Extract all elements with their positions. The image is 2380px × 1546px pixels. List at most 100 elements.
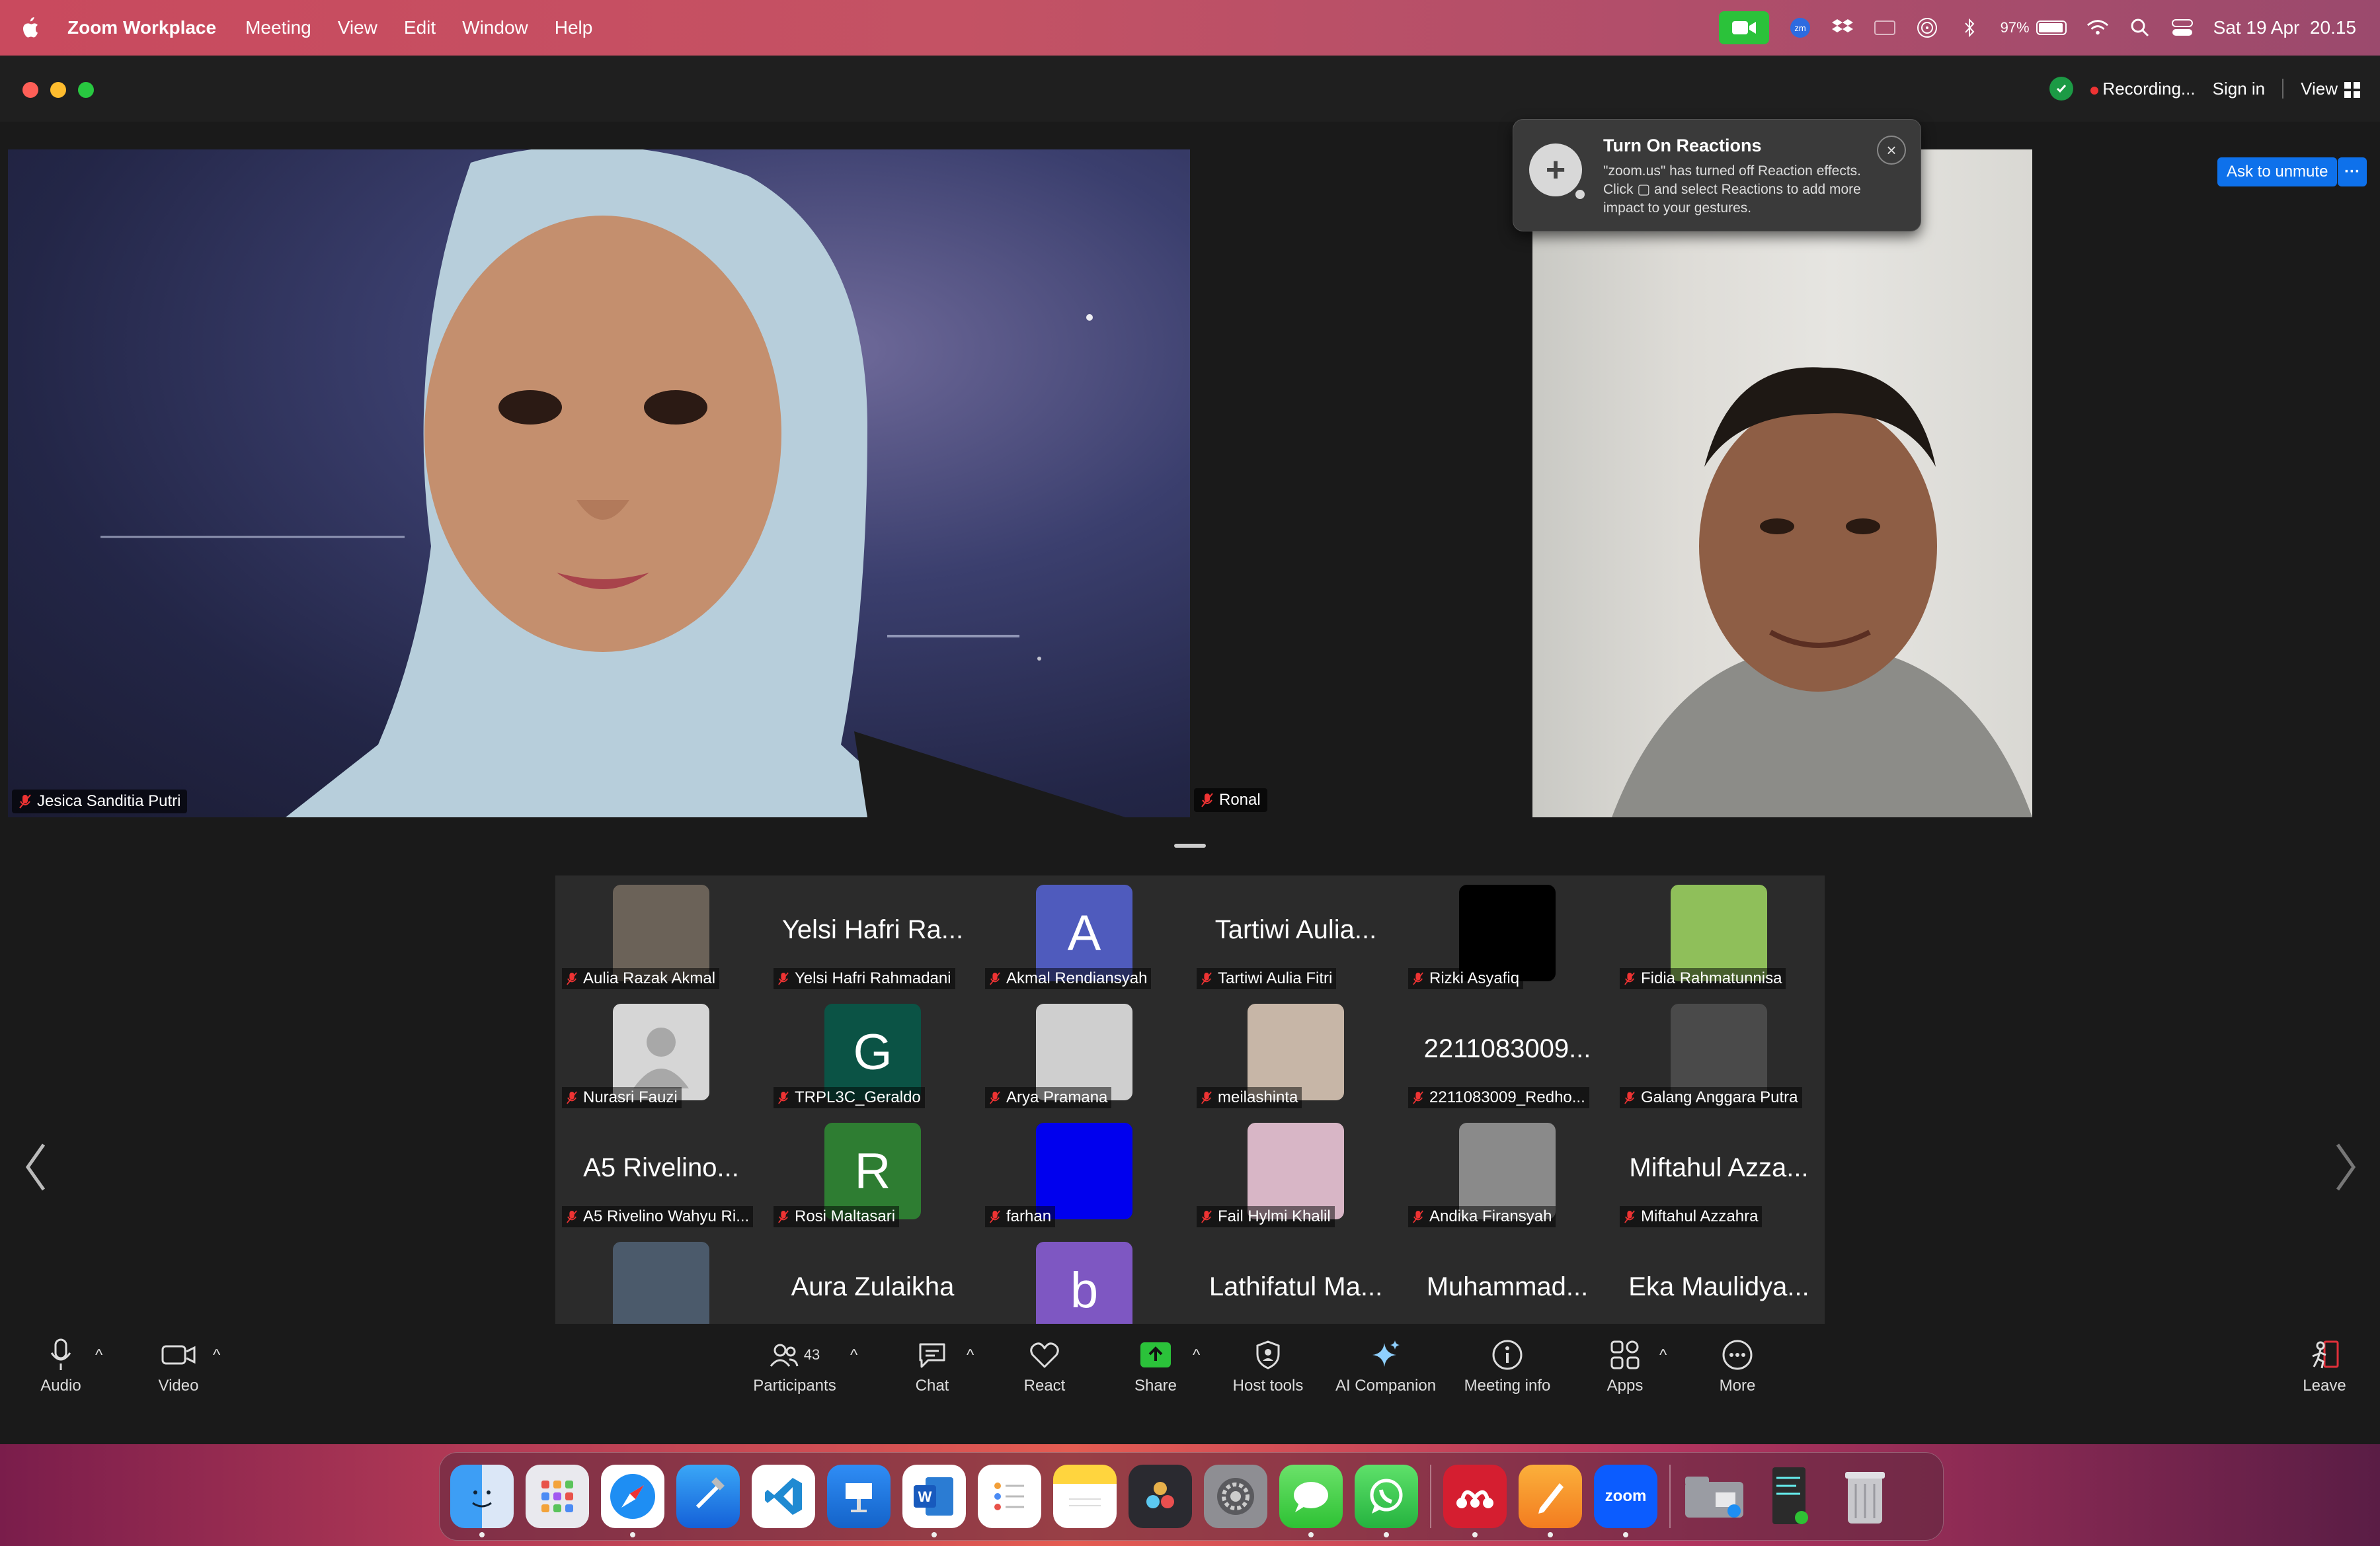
menubar-window[interactable]: Window xyxy=(462,17,528,38)
finder-icon[interactable] xyxy=(450,1465,514,1537)
participant-tile[interactable]: meilashinta xyxy=(1190,995,1402,1114)
meeting-info-button[interactable]: Meeting info xyxy=(1454,1324,1560,1395)
reminders-icon[interactable] xyxy=(978,1465,1041,1528)
trash-icon[interactable] xyxy=(1833,1465,1897,1528)
xcode-icon[interactable] xyxy=(676,1465,740,1528)
video-options-caret-icon[interactable]: ^ xyxy=(213,1346,220,1365)
participant-tile[interactable]: G TRPL3C_Geraldo xyxy=(767,995,978,1114)
screen-mirroring-icon[interactable] xyxy=(1874,17,1896,39)
vscode-icon[interactable] xyxy=(752,1465,815,1528)
participant-tile[interactable]: Galang Anggara Putra xyxy=(1613,995,1825,1114)
participant-tile[interactable]: R Rosi Maltasari xyxy=(767,1114,978,1233)
view-button[interactable]: View xyxy=(2301,79,2360,99)
whatsapp-icon[interactable] xyxy=(1355,1465,1418,1537)
minimize-window-button[interactable] xyxy=(50,82,66,98)
participants-count: 43 xyxy=(803,1346,820,1363)
participant-tile[interactable]: A5 Rivelino... A5 Rivelino Wahyu Ri... xyxy=(555,1114,767,1233)
menubar-edit[interactable]: Edit xyxy=(404,17,436,38)
notes-icon[interactable] xyxy=(1053,1465,1117,1528)
muted-mic-icon xyxy=(1624,1091,1635,1104)
encryption-shield-icon[interactable] xyxy=(2049,77,2074,101)
participant-name: Rizki Asyafiq xyxy=(1429,969,1520,987)
react-button[interactable]: React xyxy=(992,1324,1097,1395)
zoom-zm-icon[interactable]: zm xyxy=(1789,17,1811,39)
safari-icon[interactable] xyxy=(601,1465,664,1537)
participants-icon xyxy=(770,1344,799,1367)
muted-mic-icon xyxy=(1201,1210,1212,1223)
keynote-icon[interactable] xyxy=(827,1465,891,1528)
ask-to-unmute-button[interactable]: Ask to unmute xyxy=(2217,157,2338,186)
wifi-icon[interactable] xyxy=(2086,17,2109,39)
launchpad-icon[interactable] xyxy=(526,1465,589,1528)
close-icon[interactable]: × xyxy=(1877,136,1906,165)
more-button[interactable]: More xyxy=(1685,1324,1790,1395)
host-tools-button[interactable]: Host tools xyxy=(1215,1324,1321,1395)
participant-tile[interactable]: Aulia Razak Akmal xyxy=(555,875,767,995)
participant-tile[interactable]: Fidia Rahmatunnisa xyxy=(1613,875,1825,995)
participant-name: Nurasri Fauzi xyxy=(583,1088,678,1106)
recording-label: Recording... xyxy=(2102,78,2196,99)
participant-video-secondary[interactable] xyxy=(1532,149,2032,817)
chat-label: Chat xyxy=(915,1377,949,1395)
zoom-video-icon[interactable] xyxy=(1718,11,1769,44)
resize-handle[interactable] xyxy=(1174,844,1206,848)
leave-button[interactable]: Leave xyxy=(2272,1324,2377,1395)
battery-status[interactable]: 97% xyxy=(2001,19,2067,36)
system-settings-icon[interactable] xyxy=(1204,1465,1267,1528)
participant-more-button[interactable]: ··· xyxy=(2338,157,2367,186)
participant-photo-avatar xyxy=(1248,1123,1344,1219)
dropbox-icon[interactable] xyxy=(1831,17,1854,39)
menubar-datetime[interactable]: Sat 19 Apr 20.15 xyxy=(2213,17,2356,38)
menubar-help[interactable]: Help xyxy=(555,17,593,38)
folder-icon[interactable] xyxy=(1683,1465,1746,1528)
participant-tile[interactable]: Miftahul Azza... Miftahul Azzahra xyxy=(1613,1114,1825,1233)
menubar-meeting[interactable]: Meeting xyxy=(245,17,311,38)
participant-tile[interactable]: Yelsi Hafri Ra... Yelsi Hafri Rahmadani xyxy=(767,875,978,995)
participant-tile[interactable]: Nurasri Fauzi xyxy=(555,995,767,1114)
participants-options-caret-icon[interactable]: ^ xyxy=(850,1346,857,1365)
audio-options-caret-icon[interactable]: ^ xyxy=(95,1346,102,1365)
apple-logo-icon[interactable] xyxy=(20,16,40,40)
share-options-caret-icon[interactable]: ^ xyxy=(1193,1346,1200,1365)
bluetooth-icon[interactable] xyxy=(1958,17,1981,39)
participant-photo-avatar xyxy=(1036,1123,1132,1219)
participant-tile[interactable]: Arya Pramana xyxy=(978,995,1190,1114)
participant-tile[interactable]: farhan xyxy=(978,1114,1190,1233)
control-center-icon[interactable] xyxy=(2171,17,2194,39)
apps-options-caret-icon[interactable]: ^ xyxy=(1659,1346,1667,1365)
muted-mic-icon xyxy=(778,1210,789,1223)
participant-video-main[interactable]: Jesica Sanditia Putri xyxy=(8,149,1190,817)
menubar-app-name[interactable]: Zoom Workplace xyxy=(67,17,216,38)
muted-mic-icon xyxy=(1201,793,1213,807)
search-icon[interactable] xyxy=(2129,17,2151,39)
participant-tile[interactable]: 2211083009... 2211083009_Redho... xyxy=(1402,995,1613,1114)
participant-tile[interactable]: Tartiwi Aulia... Tartiwi Aulia Fitri xyxy=(1190,875,1402,995)
menubar-view[interactable]: View xyxy=(338,17,377,38)
recording-indicator[interactable]: Recording... xyxy=(2090,78,2196,99)
participant-tile[interactable]: Rizki Asyafiq xyxy=(1402,875,1613,995)
leave-label: Leave xyxy=(2303,1377,2346,1395)
participants-button[interactable]: 43 Participants xyxy=(742,1324,848,1395)
more-label: More xyxy=(1719,1377,1756,1395)
sign-in-button[interactable]: Sign in xyxy=(2213,79,2266,99)
close-window-button[interactable] xyxy=(22,82,38,98)
davinci-resolve-icon[interactable] xyxy=(1129,1465,1192,1528)
ai-companion-button[interactable]: AI Companion xyxy=(1333,1324,1439,1395)
participant-name-tag: 2211083009_Redho... xyxy=(1408,1087,1589,1108)
chat-options-caret-icon[interactable]: ^ xyxy=(967,1346,974,1365)
activity-monitor-icon[interactable] xyxy=(1758,1465,1821,1528)
zoom-window-button[interactable] xyxy=(78,82,94,98)
next-page-icon[interactable] xyxy=(2332,1140,2359,1208)
participant-tile[interactable]: Fail Hylmi Khalil xyxy=(1190,1114,1402,1233)
pages-icon[interactable] xyxy=(1519,1465,1582,1537)
messages-icon[interactable] xyxy=(1279,1465,1343,1537)
mendeley-icon[interactable] xyxy=(1443,1465,1507,1537)
participant-name: Aulia Razak Akmal xyxy=(583,969,716,987)
airdrop-icon[interactable] xyxy=(1916,17,1938,39)
previous-page-icon[interactable] xyxy=(22,1140,49,1208)
participant-name-tag: Rizki Asyafiq xyxy=(1408,968,1524,989)
word-icon[interactable]: W xyxy=(902,1465,966,1537)
participant-tile[interactable]: A Akmal Rendiansyah xyxy=(978,875,1190,995)
zoom-icon[interactable]: zoom xyxy=(1594,1465,1657,1537)
participant-tile[interactable]: Andika Firansyah xyxy=(1402,1114,1613,1233)
